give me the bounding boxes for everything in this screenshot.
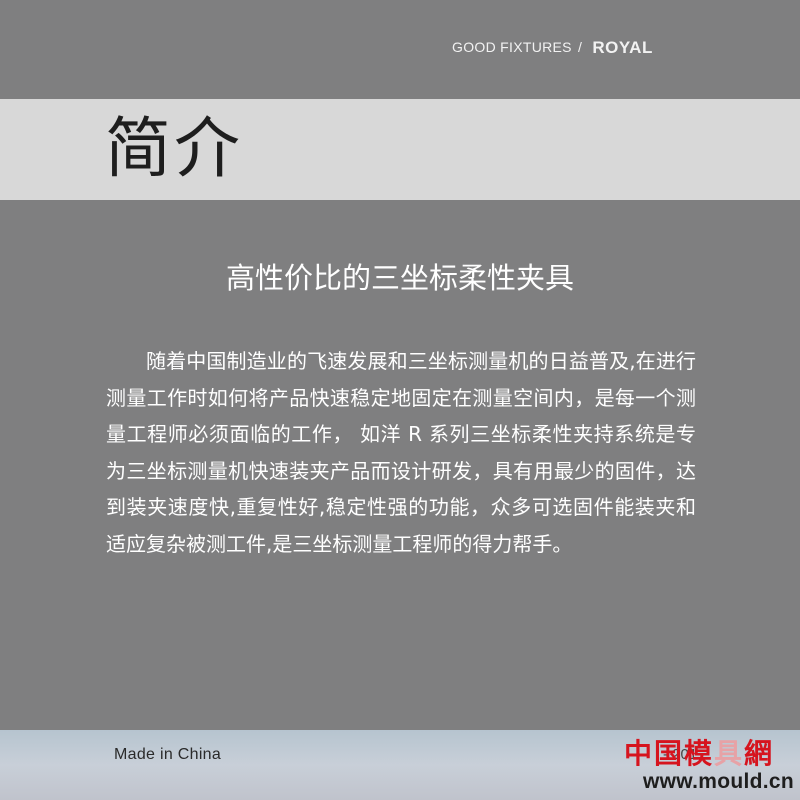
footer-bar: Made in China - 201 中国模具網 www.mould.cn <box>0 730 800 800</box>
brand-prefix: GOOD FIXTURES <box>452 39 572 55</box>
watermark-url: www.mould.cn <box>643 770 794 793</box>
brand-name: ROYAL <box>592 38 653 57</box>
brand-separator: / <box>578 39 583 55</box>
watermark-cn: 中国模具網 <box>624 732 774 772</box>
watermark-cn-end: 網 <box>744 737 775 770</box>
brand-header: GOOD FIXTURES / ROYAL <box>452 37 653 57</box>
watermark-cn-faded: 具 <box>714 737 745 770</box>
intro-paragraph: 随着中国制造业的飞速发展和三坐标测量机的日益普及,在进行测量工作时如何将产品快速… <box>106 343 696 562</box>
intro-text: 随着中国制造业的飞速发展和三坐标测量机的日益普及,在进行测量工作时如何将产品快速… <box>106 349 696 556</box>
title-band: 简介 <box>0 99 800 200</box>
watermark-cn-main: 中国模 <box>624 737 715 770</box>
watermark-logo: 中国模具網 www.mould.cn <box>624 732 794 794</box>
page-title: 简介 <box>105 110 243 187</box>
section-subtitle: 高性价比的三坐标柔性夹具 <box>225 261 574 295</box>
made-in-label: Made in China <box>114 746 222 763</box>
